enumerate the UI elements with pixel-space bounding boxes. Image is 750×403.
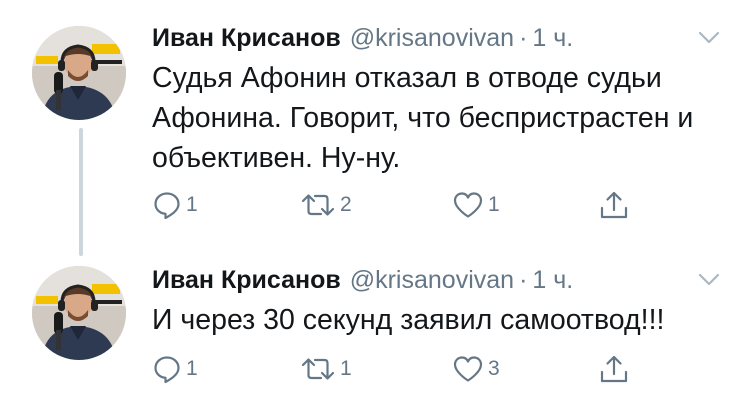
chevron-down-icon[interactable]	[696, 24, 722, 50]
tweet-header: Иван Крисанов @krisanovivan · 1 ч.	[152, 20, 573, 56]
retweet-button[interactable]: 1	[300, 352, 352, 386]
avatar[interactable]	[32, 266, 126, 360]
reply-button[interactable]: 1	[152, 352, 198, 386]
share-button[interactable]	[598, 188, 630, 222]
retweet-icon	[300, 354, 336, 384]
author-handle[interactable]: @krisanovivan	[350, 266, 514, 295]
tweet-actions: 1 2 1	[152, 188, 642, 222]
tweet-actions: 1 1 3	[152, 352, 642, 386]
reply-button[interactable]: 1	[152, 188, 198, 222]
separator-dot: ·	[519, 265, 528, 294]
reply-icon	[152, 190, 182, 220]
retweet-count: 1	[340, 357, 352, 380]
like-count: 3	[488, 357, 500, 380]
retweet-button[interactable]: 2	[300, 188, 352, 222]
like-button[interactable]: 1	[452, 188, 500, 222]
like-count: 1	[488, 193, 500, 216]
like-icon	[452, 354, 484, 384]
tweet-text: И через 30 секунд заявил самоотвод!!!	[152, 304, 665, 336]
tweet-text: Судья Афонин отказал в отводе судьи Афон…	[152, 62, 694, 174]
separator-dot: ·	[519, 23, 528, 52]
tweet[interactable]: Иван Крисанов @krisanovivan · 1 ч. И чер…	[0, 262, 750, 397]
share-button[interactable]	[598, 352, 630, 386]
tweet-timestamp[interactable]: 1 ч.	[532, 24, 573, 53]
tweet-timestamp[interactable]: 1 ч.	[532, 266, 573, 295]
tweet[interactable]: Иван Крисанов @krisanovivan · 1 ч. Судья…	[0, 20, 750, 230]
author-name[interactable]: Иван Крисанов	[152, 266, 341, 295]
author-handle[interactable]: @krisanovivan	[350, 24, 514, 53]
share-icon	[598, 353, 630, 385]
reply-icon	[152, 354, 182, 384]
author-name[interactable]: Иван Крисанов	[152, 24, 341, 53]
like-button[interactable]: 3	[452, 352, 500, 386]
retweet-count: 2	[340, 193, 352, 216]
reply-count: 1	[186, 357, 198, 380]
reply-count: 1	[186, 193, 198, 216]
chevron-down-icon[interactable]	[696, 266, 722, 292]
avatar[interactable]	[32, 26, 126, 120]
like-icon	[452, 190, 484, 220]
share-icon	[598, 189, 630, 221]
retweet-icon	[300, 190, 336, 220]
tweet-header: Иван Крисанов @krisanovivan · 1 ч.	[152, 262, 573, 298]
